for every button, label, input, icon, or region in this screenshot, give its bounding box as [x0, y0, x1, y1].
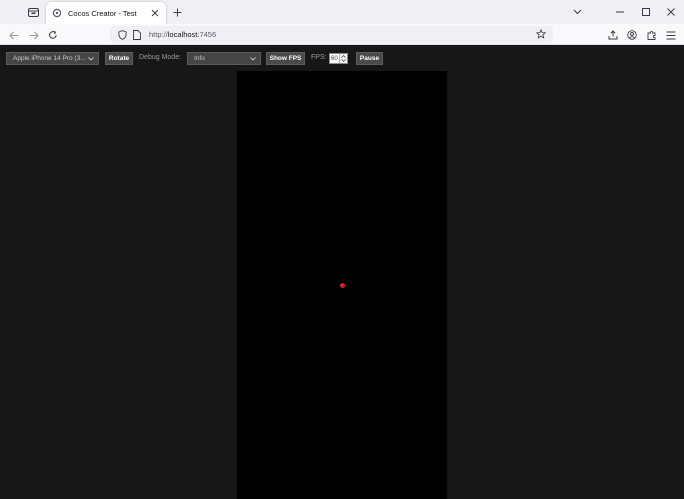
close-icon	[667, 8, 675, 16]
url-scheme: http://	[149, 30, 168, 39]
plus-icon	[173, 8, 181, 16]
forward-button[interactable]	[26, 27, 42, 43]
maximize-icon	[642, 8, 650, 16]
app-menu-button[interactable]	[663, 27, 679, 43]
save-to-pocket-button[interactable]	[605, 27, 621, 43]
debug-mode-value: Info	[194, 55, 205, 62]
tab-close-icon[interactable]	[150, 8, 160, 18]
tab-overview-button[interactable]	[24, 4, 42, 20]
minimize-icon	[616, 11, 624, 13]
maximize-button[interactable]	[638, 4, 654, 20]
game-canvas[interactable]	[237, 71, 447, 499]
red-dot-sprite	[340, 283, 345, 288]
fps-label: FPS:	[311, 54, 327, 61]
minimize-button[interactable]	[612, 4, 628, 20]
active-tab[interactable]: Cocos Creator - Test	[46, 2, 166, 24]
debug-mode-label: Debug Mode:	[139, 54, 182, 61]
rotate-button[interactable]: Rotate	[105, 52, 133, 65]
shield-icon[interactable]	[116, 29, 128, 41]
preview-page: Apple iPhone 14 Pro (3... Rotate Debug M…	[0, 46, 684, 499]
fps-input[interactable]: 60	[329, 53, 348, 64]
back-button[interactable]	[6, 27, 22, 43]
spinner-arrows-icon	[341, 55, 346, 62]
pause-button[interactable]: Pause	[356, 52, 383, 65]
url-port: :7456	[197, 30, 217, 39]
url-host: localhost	[167, 30, 198, 39]
debug-mode-select[interactable]: Info	[187, 52, 261, 65]
device-select-value: Apple iPhone 14 Pro (3...	[13, 55, 86, 62]
chevron-down-icon	[573, 9, 581, 15]
page-info-icon[interactable]	[131, 29, 143, 41]
close-window-button[interactable]	[663, 4, 679, 20]
tab-list-dropdown-button[interactable]	[569, 4, 585, 20]
arrow-right-icon	[29, 31, 39, 39]
account-icon	[627, 30, 637, 40]
show-fps-button[interactable]: Show FPS	[266, 52, 305, 65]
chevron-down-icon	[87, 55, 95, 63]
preview-toolbar: Apple iPhone 14 Pro (3... Rotate Debug M…	[0, 46, 684, 71]
reload-button[interactable]	[45, 27, 61, 43]
bookmark-star-icon[interactable]	[535, 28, 547, 40]
chevron-down-icon	[249, 55, 257, 63]
tab-title: Cocos Creator - Test	[68, 8, 137, 18]
browser-tab-bar: Cocos Creator - Test	[0, 0, 684, 24]
url-bar[interactable]: http://localhost:7456	[110, 26, 553, 43]
fps-stepper[interactable]	[339, 54, 347, 63]
tab-list-icon	[27, 8, 39, 17]
device-select[interactable]: Apple iPhone 14 Pro (3...	[6, 52, 99, 65]
account-button[interactable]	[624, 27, 640, 43]
arrow-left-icon	[9, 31, 19, 39]
url-text[interactable]: http://localhost:7456	[149, 30, 216, 39]
puzzle-icon	[647, 30, 656, 40]
extensions-button[interactable]	[644, 27, 660, 43]
share-upload-icon	[608, 30, 618, 40]
hamburger-menu-icon	[666, 31, 676, 39]
reload-icon	[49, 30, 57, 39]
new-tab-button[interactable]	[170, 5, 184, 19]
browser-nav-bar: http://localhost:7456	[0, 24, 684, 45]
cocos-favicon-icon	[52, 8, 62, 18]
fps-value: 60	[331, 55, 338, 62]
